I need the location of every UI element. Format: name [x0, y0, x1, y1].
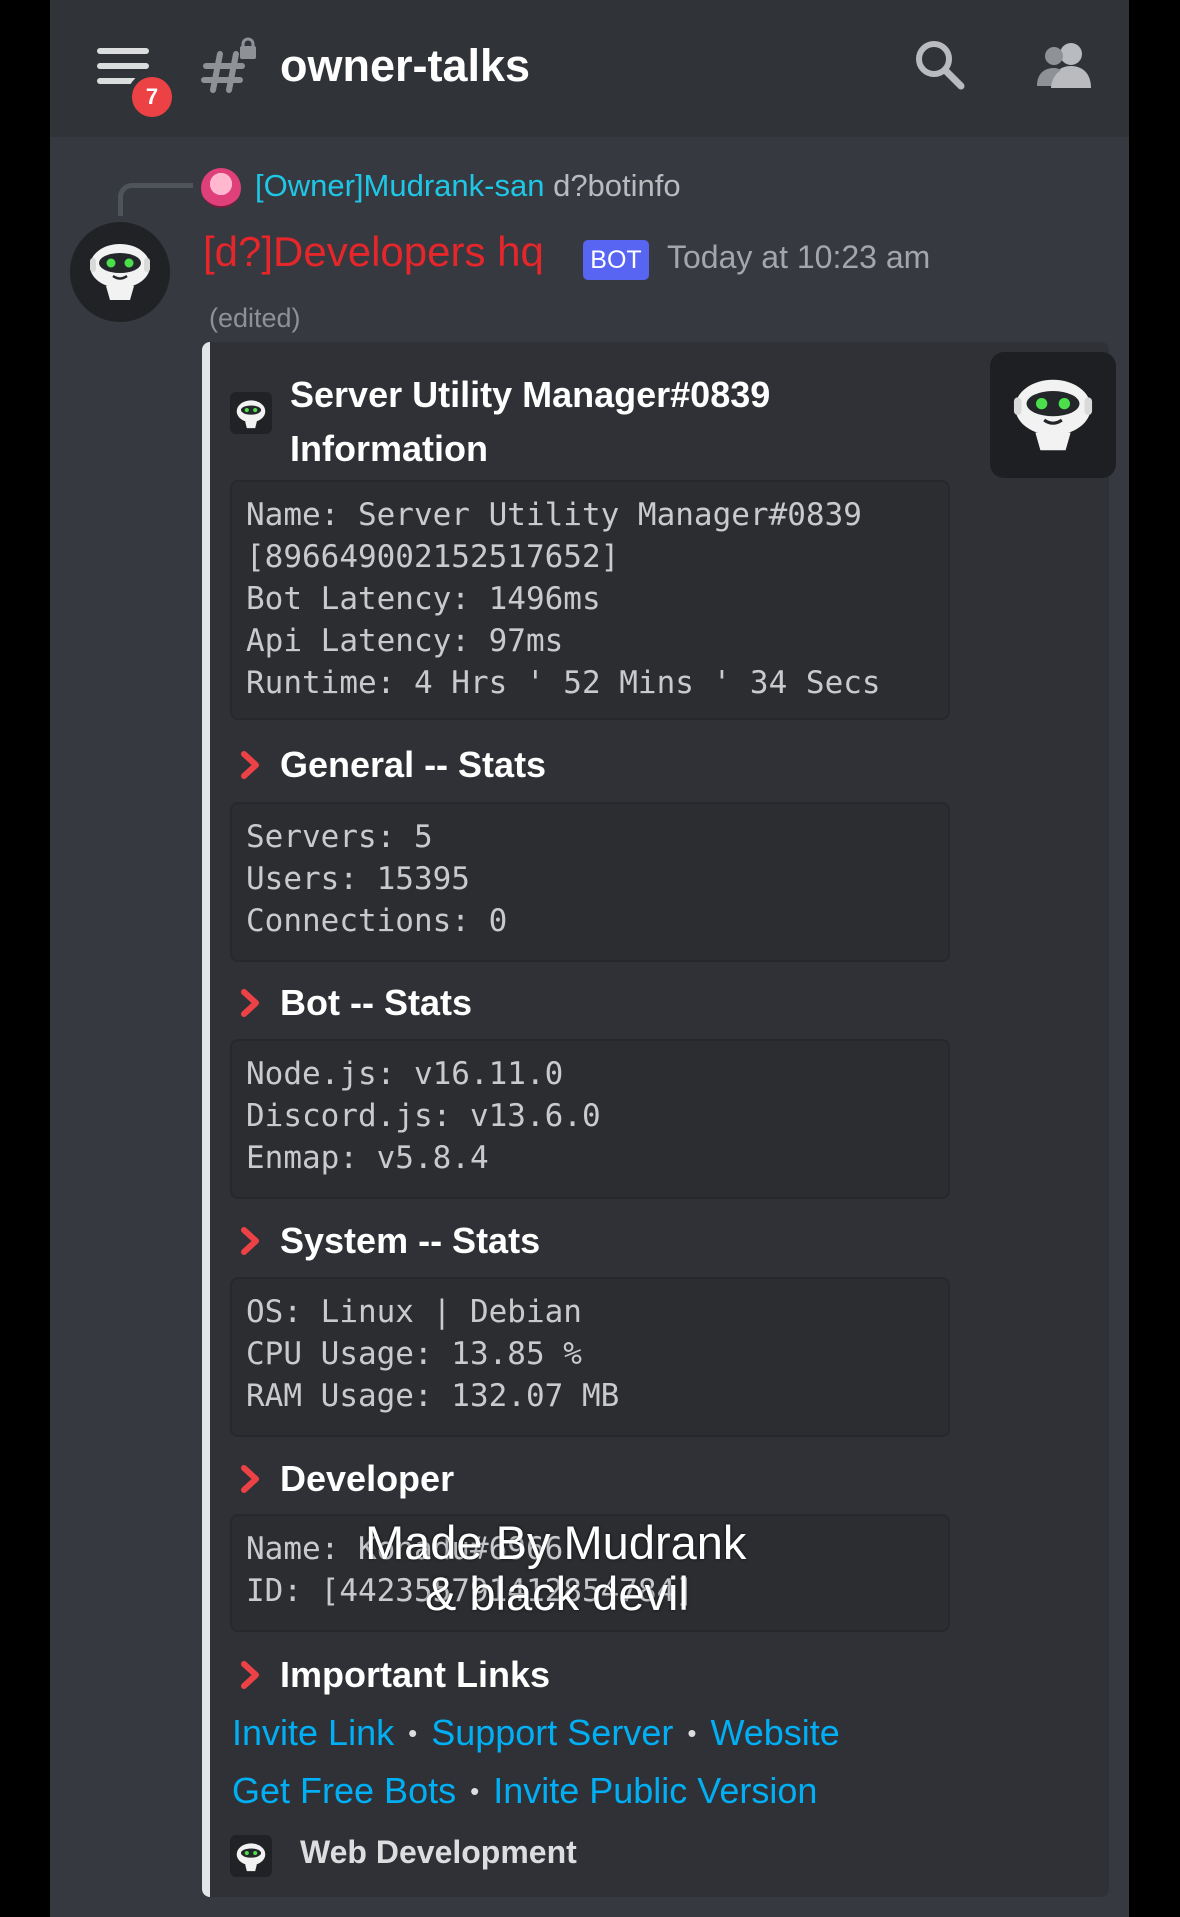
embed-author-icon	[230, 392, 272, 434]
bot-tag: BOT	[583, 240, 649, 280]
field-title-text: Important Links	[280, 1654, 551, 1695]
bot-info-codeblock: Name: Server Utility Manager#0839 [89664…	[230, 480, 950, 720]
links-row-2: Get Free Bots • Invite Public Version	[232, 1770, 817, 1812]
link-separator: •	[687, 1717, 697, 1748]
notification-badge: 7	[127, 72, 177, 122]
field-title-general: General -- Stats	[240, 744, 546, 786]
field-title-text: Bot -- Stats	[280, 982, 472, 1023]
field-value-general: Servers: 5 Users: 15395 Connections: 0	[230, 802, 950, 962]
link-separator: •	[470, 1775, 480, 1806]
channel-header: 7 owner-talks	[50, 0, 1129, 137]
message-timestamp: Today at 10:23 am	[667, 239, 931, 275]
reply-content: d?botinfo	[553, 168, 681, 203]
field-title-text: General -- Stats	[280, 744, 547, 785]
channel-name: owner-talks	[280, 40, 531, 91]
field-title-links: Important Links	[240, 1654, 550, 1696]
reply-connector	[118, 183, 193, 216]
get-free-bots-link[interactable]: Get Free Bots	[232, 1770, 456, 1812]
search-icon[interactable]	[913, 38, 965, 90]
embed-thumbnail[interactable]	[990, 352, 1116, 478]
field-value-system: OS: Linux | Debian CPU Usage: 13.85 % RA…	[230, 1277, 950, 1437]
reply-preview[interactable]: [Owner]Mudrank-san d?botinfo	[255, 168, 681, 204]
embed-title-line: Information	[290, 428, 488, 469]
embed-footer: Web Development	[300, 1834, 577, 1870]
bot-avatar-icon	[1013, 379, 1093, 451]
watermark-line: Made By Mudrank	[365, 1516, 747, 1569]
chevron-right-icon	[241, 751, 259, 779]
invite-public-version-link[interactable]: Invite Public Version	[493, 1770, 817, 1812]
support-server-link[interactable]: Support Server	[431, 1712, 673, 1754]
field-value-bot: Node.js: v16.11.0 Discord.js: v13.6.0 En…	[230, 1039, 950, 1199]
bot-info-embed: Server Utility Manager#0839 Information …	[202, 342, 1116, 1897]
bot-avatar[interactable]	[70, 222, 170, 322]
field-title-text: Developer	[280, 1458, 455, 1499]
chat-screen: 7 owner-talks [Owner]Mudrank-san d?botin…	[50, 0, 1129, 1917]
invite-link[interactable]: Invite Link	[232, 1712, 394, 1754]
chevron-right-icon	[241, 1661, 259, 1689]
chevron-right-icon	[241, 989, 259, 1017]
embed-title: Server Utility Manager#0839 Information	[290, 368, 850, 476]
field-title-text: System -- Stats	[280, 1220, 541, 1261]
link-separator: •	[408, 1717, 418, 1748]
edited-label: (edited)	[209, 303, 301, 333]
field-title-developer: Developer	[240, 1458, 454, 1500]
message-author[interactable]: [d?]Developers hq	[203, 228, 544, 276]
reply-author-avatar[interactable]	[201, 168, 241, 208]
members-icon[interactable]	[1035, 40, 1093, 90]
bot-avatar-icon	[90, 244, 150, 300]
field-title-system: System -- Stats	[240, 1220, 540, 1262]
chevron-right-icon	[241, 1465, 259, 1493]
chevron-right-icon	[241, 1227, 259, 1255]
channel-locked-hash-icon	[201, 37, 256, 93]
reply-author[interactable]: [Owner]Mudrank-san	[255, 168, 544, 203]
links-row-1: Invite Link • Support Server • Website	[232, 1712, 840, 1754]
field-title-bot: Bot -- Stats	[240, 982, 472, 1024]
embed-title-line: Server Utility Manager#0839	[290, 374, 771, 415]
watermark-line: & black devil	[425, 1567, 689, 1620]
website-link[interactable]: Website	[710, 1712, 839, 1754]
footer-icon	[230, 1835, 272, 1877]
